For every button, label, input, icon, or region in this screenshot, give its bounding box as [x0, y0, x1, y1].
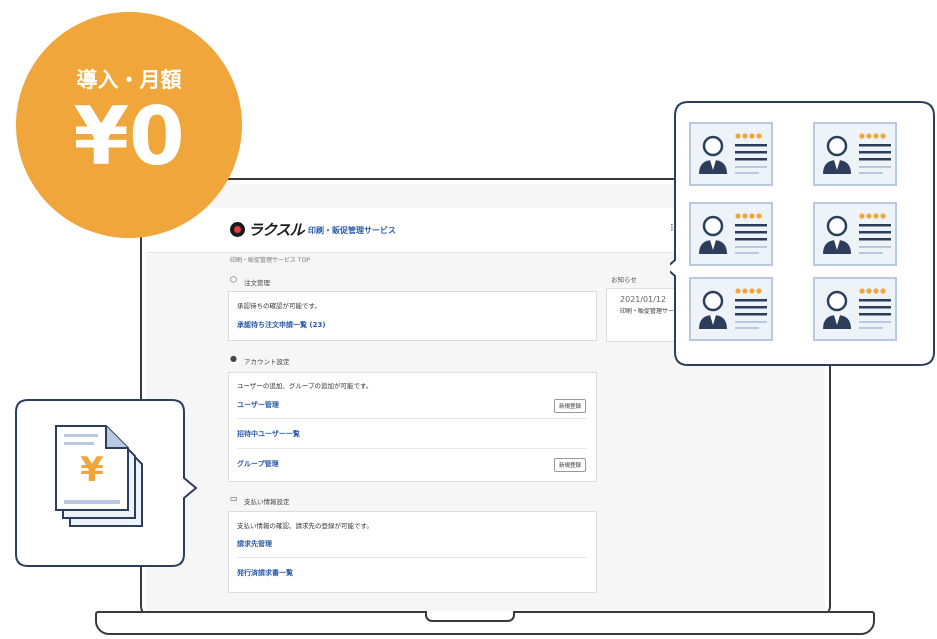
orders-card	[228, 291, 597, 341]
badge-price: ¥0	[73, 90, 185, 183]
credit-card-icon: ▭	[230, 494, 238, 503]
profile-cards	[688, 121, 898, 342]
logo[interactable]: ラクスル	[248, 219, 305, 240]
news-title: お知らせ	[611, 276, 637, 284]
orders-section-title: 注文管理	[244, 279, 270, 287]
divider	[237, 418, 587, 419]
user-register-button[interactable]: 新規登録	[554, 399, 587, 413]
divider	[237, 448, 587, 449]
payment-description: 支払い情報の確認、請求先の登録が可能です。	[237, 522, 373, 530]
logo-mark-icon	[230, 222, 245, 237]
issued-invoices-link[interactable]: 発行済請求書一覧	[237, 568, 293, 578]
yen-symbol: ¥	[80, 450, 104, 490]
orders-description: 承認待ちの確認が可能です。	[237, 302, 321, 310]
laptop-notch	[425, 611, 515, 622]
profile-grid	[688, 121, 929, 346]
divider	[237, 557, 587, 558]
user-circle-icon: ●	[230, 354, 237, 363]
invited-users-link[interactable]: 招待中ユーザー一覧	[237, 429, 300, 439]
breadcrumb[interactable]: 印刷・販促管理サービス TOP	[230, 255, 310, 264]
account-section-title: アカウント設定	[244, 358, 290, 366]
service-name: 印刷・販促管理サービス	[308, 226, 396, 235]
pending-orders-link[interactable]: 承認待ち注文申請一覧 (23)	[237, 320, 326, 330]
billing-management-link[interactable]: 請求先管理	[237, 539, 272, 549]
box-icon: ⬡	[230, 275, 237, 284]
group-management-link[interactable]: グループ管理	[237, 459, 279, 469]
group-register-button[interactable]: 新規登録	[554, 458, 587, 472]
news-date: 2021/01/12	[620, 295, 667, 304]
account-description: ユーザーの追加、グループの追加が可能です。	[237, 382, 373, 390]
user-management-link[interactable]: ユーザー管理	[237, 400, 279, 410]
payment-section-title: 支払い情報設定	[244, 498, 290, 506]
